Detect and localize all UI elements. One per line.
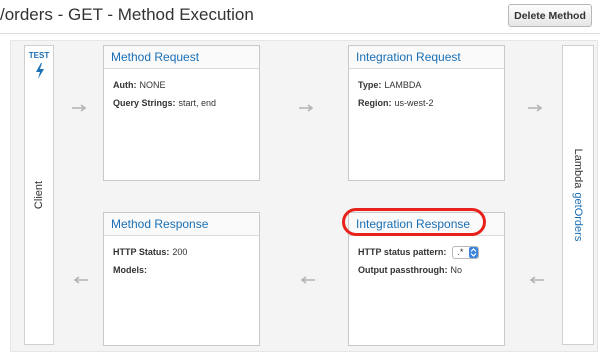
arrow-left-icon (529, 276, 544, 284)
page-title: /orders - GET - Method Execution (0, 5, 254, 24)
http-status-pattern-value: .* (457, 246, 464, 257)
test-link[interactable]: TEST (25, 51, 53, 60)
query-strings-value: start, end (178, 97, 217, 108)
header-divider (0, 33, 600, 34)
region-label: Region: (358, 97, 392, 108)
models-label: Models: (113, 264, 148, 275)
http-status-pattern-select[interactable]: .* (452, 245, 480, 259)
auth-label: Auth: (113, 79, 137, 90)
arrow-right-icon (299, 104, 314, 112)
region-value: us-west-2 (394, 97, 434, 108)
lightning-bolt-icon[interactable] (34, 63, 46, 79)
lambda-pane: Lambda getOrders (562, 45, 594, 345)
lambda-text: Lambda (572, 148, 584, 189)
integration-request-box: Integration Request Type: LAMBDA Region: u… (348, 45, 505, 181)
integration-request-link[interactable]: Integration Request (349, 46, 504, 69)
method-execution-canvas (10, 40, 598, 352)
lambda-label: Lambda getOrders (572, 149, 584, 242)
auth-value: NONE (139, 79, 166, 90)
arrow-left-icon (73, 276, 88, 284)
arrow-right-icon (72, 104, 87, 112)
chevron-updown-icon (469, 246, 479, 258)
type-value: LAMBDA (384, 79, 422, 90)
integration-response-link[interactable]: Integration Response (349, 213, 504, 236)
method-response-box: Method Response HTTP Status: 200 Models: (103, 212, 260, 346)
output-passthrough-value: No (450, 264, 463, 275)
http-status-label: HTTP Status: (113, 246, 170, 257)
arrow-right-icon (528, 104, 543, 112)
method-request-link[interactable]: Method Request (104, 46, 259, 69)
integration-response-box: Integration Response HTTP status pattern… (348, 212, 505, 346)
http-status-pattern-label: HTTP status pattern: (358, 246, 447, 257)
output-passthrough-label: Output passthrough: (358, 264, 448, 275)
method-response-link[interactable]: Method Response (104, 213, 259, 236)
client-label: Client (33, 180, 45, 210)
client-pane[interactable]: TEST Client (24, 45, 54, 345)
query-strings-label: Query Strings: (113, 97, 176, 108)
lambda-function-link[interactable]: getOrders (572, 192, 584, 241)
http-status-value: 200 (172, 246, 188, 257)
method-request-box: Method Request Auth: NONE Query Strings: s… (103, 45, 260, 181)
type-label: Type: (358, 79, 382, 90)
delete-method-button[interactable]: Delete Method (508, 4, 592, 27)
arrow-left-icon (300, 276, 315, 284)
